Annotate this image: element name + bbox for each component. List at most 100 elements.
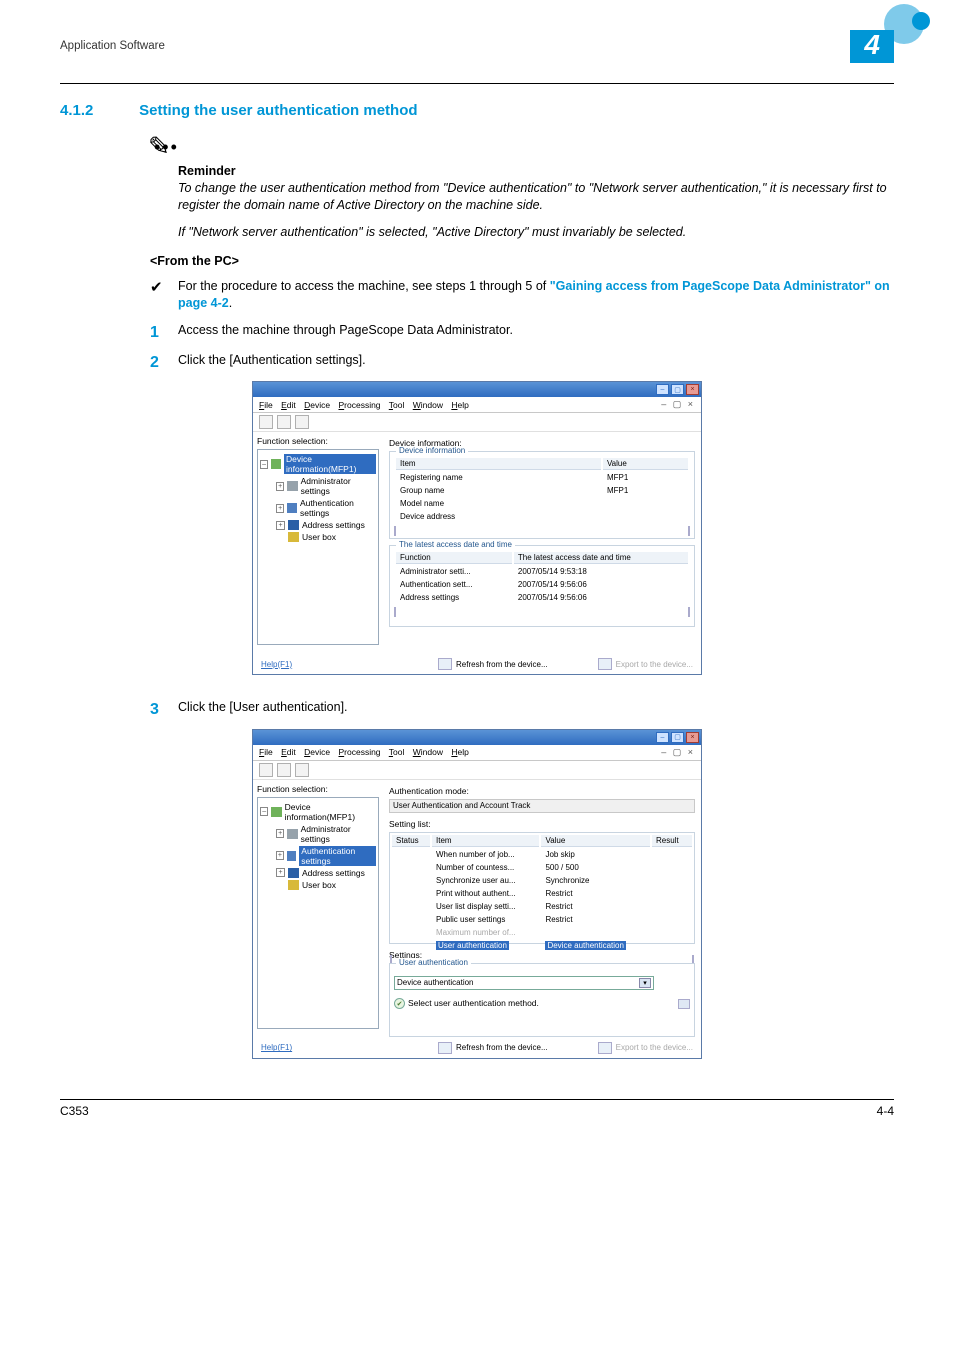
- g1-h-value[interactable]: Value: [603, 458, 688, 470]
- scroll-down-icon[interactable]: [678, 999, 690, 1009]
- toolbar-btn-3[interactable]: [295, 763, 309, 777]
- toolbar: [253, 761, 701, 780]
- tbl-hl-v[interactable]: Device authentication: [545, 941, 626, 950]
- tbl-h-result[interactable]: Result: [652, 835, 692, 847]
- device-icon: [271, 459, 281, 469]
- menu-help[interactable]: Help: [451, 747, 468, 757]
- tbl-r1-i: When number of job...: [432, 849, 539, 860]
- tree-auth[interactable]: Authentication settings: [299, 846, 376, 866]
- tbl-r7-i: Maximum number of...: [432, 927, 539, 938]
- scroll-right-icon[interactable]: [688, 526, 690, 536]
- tbl-h-value[interactable]: Value: [541, 835, 650, 847]
- minimize-icon[interactable]: –: [656, 384, 669, 395]
- auth-mode-label: Authentication mode:: [389, 786, 695, 796]
- help-link[interactable]: Help(F1): [261, 1043, 292, 1052]
- setting-list-label: Setting list:: [389, 819, 695, 829]
- tree-addr[interactable]: Address settings: [302, 520, 365, 530]
- maximize-icon[interactable]: ▢: [671, 384, 684, 395]
- select-value: Device authentication: [397, 978, 474, 987]
- menu-proc[interactable]: Processing: [338, 400, 380, 410]
- mdi-buttons[interactable]: – ▢ ×: [661, 399, 695, 410]
- tbl-r5-v: Restrict: [541, 901, 650, 912]
- pen-icon: ✎: [148, 131, 170, 162]
- user-auth-select[interactable]: Device authentication ▾: [394, 976, 654, 990]
- mdi-buttons[interactable]: – ▢ ×: [661, 747, 695, 758]
- close-icon[interactable]: ×: [686, 732, 699, 743]
- g2-h-t[interactable]: The latest access date and time: [514, 552, 688, 564]
- refresh-icon: [438, 658, 452, 670]
- menu-file[interactable]: File: [259, 747, 273, 757]
- page-footer: C353 4-4: [60, 1099, 894, 1118]
- userbox-icon: [288, 532, 299, 542]
- scroll-right-icon[interactable]: [688, 607, 690, 617]
- function-tree[interactable]: – Device information(MFP1) + Administrator…: [257, 449, 379, 645]
- tbl-h-status[interactable]: Status: [392, 835, 430, 847]
- divider: [60, 83, 894, 84]
- tbl-r4-v: Restrict: [541, 888, 650, 899]
- menu-bar: File Edit Device Processing Tool Window …: [259, 747, 475, 757]
- toolbar-btn-3[interactable]: [295, 415, 309, 429]
- collapse-icon[interactable]: –: [260, 460, 268, 469]
- tbl-r7-v: [541, 927, 650, 938]
- expand-icon[interactable]: +: [276, 868, 285, 877]
- toolbar-btn-2[interactable]: [277, 415, 291, 429]
- g2-h-f[interactable]: Function: [396, 552, 512, 564]
- function-tree[interactable]: – Device information(MFP1) + Administrator…: [257, 797, 379, 1029]
- screenshot-2: – ▢ × File Edit Device Processing Tool W…: [252, 729, 702, 1059]
- bullet-text-post: .: [229, 296, 232, 310]
- tbl-r5-i: User list display setti...: [432, 901, 539, 912]
- addr-icon: [288, 868, 299, 878]
- g1-r4-v: [603, 511, 688, 522]
- menu-edit[interactable]: Edit: [281, 747, 296, 757]
- step-2-text: Click the [Authentication settings].: [178, 352, 366, 374]
- admin-icon: [287, 829, 297, 839]
- chevron-down-icon[interactable]: ▾: [639, 978, 651, 988]
- step-1-text: Access the machine through PageScope Dat…: [178, 322, 513, 344]
- tree-addr[interactable]: Address settings: [302, 868, 365, 878]
- reminder-label: Reminder: [178, 164, 894, 178]
- titlebar: – ▢ ×: [253, 730, 701, 745]
- group1-label: Device information: [396, 446, 468, 455]
- tree-auth[interactable]: Authentication settings: [300, 498, 376, 518]
- menu-device[interactable]: Device: [304, 747, 330, 757]
- refresh-button[interactable]: Refresh from the device...: [438, 1042, 548, 1054]
- tbl-r3-i: Synchronize user au...: [432, 875, 539, 886]
- toolbar-btn-1[interactable]: [259, 763, 273, 777]
- menu-help[interactable]: Help: [451, 400, 468, 410]
- minimize-icon[interactable]: –: [656, 732, 669, 743]
- menu-device[interactable]: Device: [304, 400, 330, 410]
- tree-admin[interactable]: Administrator settings: [301, 476, 376, 496]
- tbl-h-item[interactable]: Item: [432, 835, 539, 847]
- export-button: Export to the device...: [598, 658, 693, 670]
- collapse-icon[interactable]: –: [260, 807, 268, 816]
- admin-icon: [287, 481, 297, 491]
- menu-file[interactable]: File: [259, 400, 273, 410]
- auth-mode-value: User Authentication and Account Track: [389, 799, 695, 813]
- g2-r2-f: Authentication sett...: [396, 579, 512, 590]
- refresh-button[interactable]: Refresh from the device...: [438, 658, 548, 670]
- expand-icon[interactable]: +: [276, 851, 284, 860]
- expand-icon[interactable]: +: [276, 521, 285, 530]
- tbl-hl-i[interactable]: User authentication: [436, 941, 509, 950]
- help-link[interactable]: Help(F1): [261, 660, 292, 669]
- tree-userbox[interactable]: User box: [302, 880, 336, 890]
- tree-root[interactable]: Device information(MFP1): [284, 454, 376, 474]
- tree-userbox[interactable]: User box: [302, 532, 336, 542]
- toolbar-btn-1[interactable]: [259, 415, 273, 429]
- menu-window[interactable]: Window: [413, 747, 443, 757]
- maximize-icon[interactable]: ▢: [671, 732, 684, 743]
- close-icon[interactable]: ×: [686, 384, 699, 395]
- menu-proc[interactable]: Processing: [338, 747, 380, 757]
- tree-root[interactable]: Device information(MFP1): [285, 802, 376, 822]
- expand-icon[interactable]: +: [276, 829, 284, 838]
- expand-icon[interactable]: +: [276, 482, 284, 491]
- tree-admin[interactable]: Administrator settings: [301, 824, 376, 844]
- menu-tool[interactable]: Tool: [389, 400, 405, 410]
- g1-h-item[interactable]: Item: [396, 458, 601, 470]
- menu-window[interactable]: Window: [413, 400, 443, 410]
- menu-tool[interactable]: Tool: [389, 747, 405, 757]
- menu-edit[interactable]: Edit: [281, 400, 296, 410]
- toolbar-btn-2[interactable]: [277, 763, 291, 777]
- titlebar: – ▢ ×: [253, 382, 701, 397]
- expand-icon[interactable]: +: [276, 504, 284, 513]
